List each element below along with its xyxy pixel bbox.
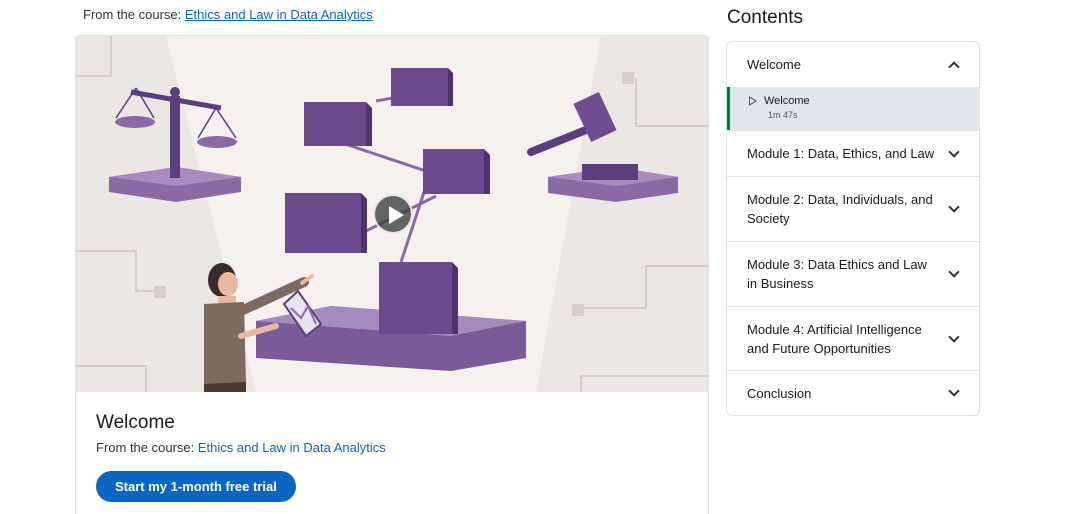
toc-section-module-3[interactable]: Module 3: Data Ethics and Law in Busines… bbox=[727, 241, 979, 306]
chevron-down-icon bbox=[948, 145, 960, 158]
course-title-link[interactable]: Ethics and Law in Data Analytics bbox=[185, 7, 373, 22]
toc-section-label: Module 1: Data, Ethics, and Law bbox=[747, 146, 935, 161]
contents-heading: Contents bbox=[727, 7, 804, 28]
toc-section-label: Welcome bbox=[747, 57, 801, 72]
video-card: Welcome From the course: Ethics and Law … bbox=[75, 35, 709, 514]
play-outline-icon bbox=[749, 96, 757, 106]
toc-section-module-1[interactable]: Module 1: Data, Ethics, and Law bbox=[727, 130, 979, 176]
table-of-contents: Welcome Welcome 1m 47s Module 1: Data, E… bbox=[726, 41, 980, 416]
lesson-info: Welcome From the course: Ethics and Law … bbox=[76, 392, 708, 502]
toc-section-module-4[interactable]: Module 4: Artificial Intelligence and Fu… bbox=[727, 306, 979, 370]
toc-section-welcome[interactable]: Welcome bbox=[727, 42, 979, 87]
chevron-down-icon bbox=[948, 266, 960, 278]
lesson-course-line: From the course: Ethics and Law in Data … bbox=[96, 440, 688, 455]
lesson-course-link[interactable]: Ethics and Law in Data Analytics bbox=[198, 440, 386, 455]
course-source-prefix: From the course: bbox=[83, 7, 185, 22]
toc-section-conclusion[interactable]: Conclusion bbox=[727, 370, 979, 415]
toc-section-module-2[interactable]: Module 2: Data, Individuals, and Society bbox=[727, 176, 979, 241]
lesson-title: Welcome bbox=[96, 412, 175, 433]
video-player[interactable] bbox=[76, 36, 708, 392]
play-icon bbox=[389, 206, 404, 224]
course-page: From the course: Ethics and Law in Data … bbox=[0, 0, 1073, 514]
toc-section-label: Conclusion bbox=[747, 385, 812, 401]
chevron-down-icon bbox=[948, 385, 960, 397]
toc-lesson-duration: 1m 47s bbox=[768, 110, 798, 120]
toc-lesson-title: Welcome bbox=[764, 95, 810, 107]
chevron-up-icon bbox=[948, 60, 960, 73]
chevron-down-icon bbox=[948, 201, 960, 213]
free-trial-button[interactable]: Start my 1-month free trial bbox=[96, 471, 296, 502]
toc-section-label: Module 4: Artificial Intelligence and Fu… bbox=[747, 321, 922, 356]
toc-lesson-welcome[interactable]: Welcome 1m 47s bbox=[727, 87, 979, 130]
play-button[interactable] bbox=[373, 194, 413, 234]
course-source-line: From the course: Ethics and Law in Data … bbox=[83, 7, 373, 22]
lesson-course-prefix: From the course: bbox=[96, 440, 198, 455]
chevron-down-icon bbox=[948, 330, 960, 343]
toc-section-label: Module 3: Data Ethics and Law in Busines… bbox=[747, 257, 927, 291]
toc-section-label: Module 2: Data, Individuals, and Society bbox=[747, 192, 933, 226]
